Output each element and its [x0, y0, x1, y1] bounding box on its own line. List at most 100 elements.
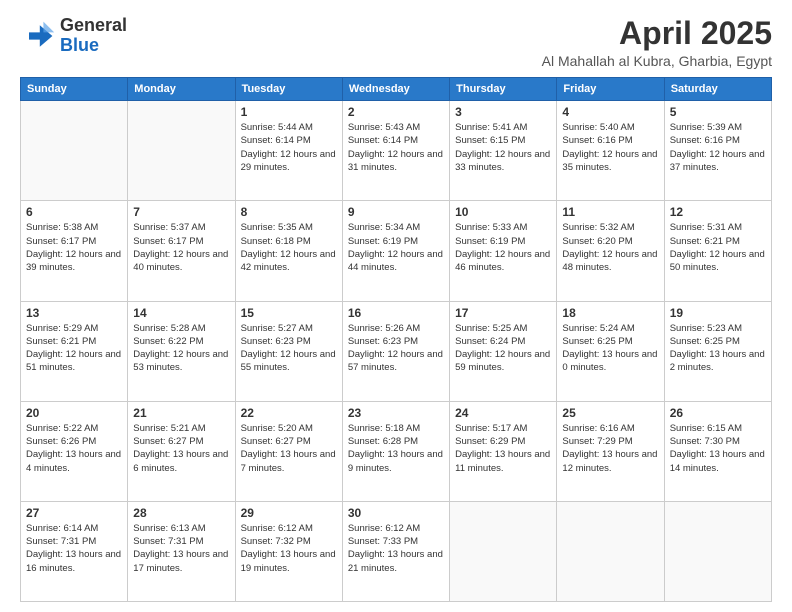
day-info: Sunrise: 6:12 AM Sunset: 7:33 PM Dayligh…	[348, 522, 444, 575]
day-info: Sunrise: 5:33 AM Sunset: 6:19 PM Dayligh…	[455, 221, 551, 274]
day-info: Sunrise: 5:25 AM Sunset: 6:24 PM Dayligh…	[455, 322, 551, 375]
day-cell-4-4	[450, 501, 557, 601]
calendar-subtitle: Al Mahallah al Kubra, Gharbia, Egypt	[542, 53, 772, 69]
day-cell-3-6: 26Sunrise: 6:15 AM Sunset: 7:30 PM Dayli…	[664, 401, 771, 501]
header-monday: Monday	[128, 78, 235, 101]
day-cell-2-5: 18Sunrise: 5:24 AM Sunset: 6:25 PM Dayli…	[557, 301, 664, 401]
day-cell-0-3: 2Sunrise: 5:43 AM Sunset: 6:14 PM Daylig…	[342, 101, 449, 201]
day-info: Sunrise: 5:28 AM Sunset: 6:22 PM Dayligh…	[133, 322, 229, 375]
day-cell-4-5	[557, 501, 664, 601]
day-cell-3-5: 25 Sunrise: 6:16 AM Sunset: 7:29 PM Dayli…	[557, 401, 664, 501]
day-info: Sunrise: 6:12 AM Sunset: 7:32 PM Dayligh…	[241, 522, 337, 575]
day-cell-2-3: 16 Sunrise: 5:26 AM Sunset: 6:23 PM Dayli…	[342, 301, 449, 401]
header: General Blue April 2025 Al Mahallah al K…	[20, 16, 772, 69]
day-cell-1-6: 12 Sunrise: 5:31 AM Sunset: 6:21 PM Dayli…	[664, 201, 771, 301]
day-number: 13	[26, 306, 122, 320]
day-cell-1-2: 8Sunrise: 5:35 AM Sunset: 6:18 PM Daylig…	[235, 201, 342, 301]
day-info: Sunrise: 5:40 AM Sunset: 6:16 PM Dayligh…	[562, 121, 658, 174]
day-info: Sunrise: 5:39 AM Sunset: 6:16 PM Dayligh…	[670, 121, 766, 174]
day-number: 20	[26, 406, 122, 420]
day-cell-4-6	[664, 501, 771, 601]
day-number: 7	[133, 205, 229, 219]
day-info: Sunrise: 6:14 AM Sunset: 7:31 PM Dayligh…	[26, 522, 122, 575]
day-cell-4-0: 27Sunrise: 6:14 AM Sunset: 7:31 PM Dayli…	[21, 501, 128, 601]
header-friday: Friday	[557, 78, 664, 101]
day-info: Sunrise: 5:24 AM Sunset: 6:25 PM Dayligh…	[562, 322, 658, 375]
day-info: Sunrise: 6:16 AM Sunset: 7:29 PM Dayligh…	[562, 422, 658, 475]
day-number: 14	[133, 306, 229, 320]
day-info: Sunrise: 5:32 AM Sunset: 6:20 PM Dayligh…	[562, 221, 658, 274]
day-cell-3-3: 23Sunrise: 5:18 AM Sunset: 6:28 PM Dayli…	[342, 401, 449, 501]
day-info: Sunrise: 5:21 AM Sunset: 6:27 PM Dayligh…	[133, 422, 229, 475]
header-saturday: Saturday	[664, 78, 771, 101]
week-row-1: 1Sunrise: 5:44 AM Sunset: 6:14 PM Daylig…	[21, 101, 772, 201]
calendar-title: April 2025	[542, 16, 772, 51]
day-number: 12	[670, 205, 766, 219]
day-cell-2-6: 19 Sunrise: 5:23 AM Sunset: 6:25 PM Dayli…	[664, 301, 771, 401]
day-number: 1	[241, 105, 337, 119]
day-cell-3-0: 20 Sunrise: 5:22 AM Sunset: 6:26 PM Dayli…	[21, 401, 128, 501]
day-number: 30	[348, 506, 444, 520]
day-cell-3-4: 24 Sunrise: 5:17 AM Sunset: 6:29 PM Dayli…	[450, 401, 557, 501]
header-wednesday: Wednesday	[342, 78, 449, 101]
day-number: 23	[348, 406, 444, 420]
day-cell-0-2: 1Sunrise: 5:44 AM Sunset: 6:14 PM Daylig…	[235, 101, 342, 201]
day-cell-1-4: 10 Sunrise: 5:33 AM Sunset: 6:19 PM Dayli…	[450, 201, 557, 301]
day-number: 24	[455, 406, 551, 420]
logo-icon	[20, 18, 56, 54]
day-cell-1-0: 6Sunrise: 5:38 AM Sunset: 6:17 PM Daylig…	[21, 201, 128, 301]
day-info: Sunrise: 5:26 AM Sunset: 6:23 PM Dayligh…	[348, 322, 444, 375]
day-info: Sunrise: 5:37 AM Sunset: 6:17 PM Dayligh…	[133, 221, 229, 274]
day-info: Sunrise: 5:34 AM Sunset: 6:19 PM Dayligh…	[348, 221, 444, 274]
day-number: 29	[241, 506, 337, 520]
day-cell-4-2: 29 Sunrise: 6:12 AM Sunset: 7:32 PM Dayli…	[235, 501, 342, 601]
day-cell-2-1: 14 Sunrise: 5:28 AM Sunset: 6:22 PM Dayli…	[128, 301, 235, 401]
day-number: 11	[562, 205, 658, 219]
day-cell-4-3: 30 Sunrise: 6:12 AM Sunset: 7:33 PM Dayli…	[342, 501, 449, 601]
logo-text: General Blue	[60, 16, 127, 56]
day-number: 25	[562, 406, 658, 420]
day-info: Sunrise: 5:22 AM Sunset: 6:26 PM Dayligh…	[26, 422, 122, 475]
day-info: Sunrise: 5:35 AM Sunset: 6:18 PM Dayligh…	[241, 221, 337, 274]
day-cell-1-1: 7 Sunrise: 5:37 AM Sunset: 6:17 PM Daylig…	[128, 201, 235, 301]
day-cell-0-6: 5 Sunrise: 5:39 AM Sunset: 6:16 PM Daylig…	[664, 101, 771, 201]
week-row-4: 20 Sunrise: 5:22 AM Sunset: 6:26 PM Dayli…	[21, 401, 772, 501]
day-cell-0-0	[21, 101, 128, 201]
day-info: Sunrise: 5:29 AM Sunset: 6:21 PM Dayligh…	[26, 322, 122, 375]
day-cell-2-0: 13 Sunrise: 5:29 AM Sunset: 6:21 PM Dayli…	[21, 301, 128, 401]
day-number: 5	[670, 105, 766, 119]
day-number: 4	[562, 105, 658, 119]
day-number: 17	[455, 306, 551, 320]
day-number: 16	[348, 306, 444, 320]
week-row-2: 6Sunrise: 5:38 AM Sunset: 6:17 PM Daylig…	[21, 201, 772, 301]
day-cell-3-2: 22Sunrise: 5:20 AM Sunset: 6:27 PM Dayli…	[235, 401, 342, 501]
day-number: 3	[455, 105, 551, 119]
day-number: 15	[241, 306, 337, 320]
week-row-3: 13 Sunrise: 5:29 AM Sunset: 6:21 PM Dayli…	[21, 301, 772, 401]
day-info: Sunrise: 5:41 AM Sunset: 6:15 PM Dayligh…	[455, 121, 551, 174]
header-thursday: Thursday	[450, 78, 557, 101]
day-cell-0-1	[128, 101, 235, 201]
day-cell-1-3: 9Sunrise: 5:34 AM Sunset: 6:19 PM Daylig…	[342, 201, 449, 301]
day-info: Sunrise: 5:23 AM Sunset: 6:25 PM Dayligh…	[670, 322, 766, 375]
title-block: April 2025 Al Mahallah al Kubra, Gharbia…	[542, 16, 772, 69]
day-info: Sunrise: 5:31 AM Sunset: 6:21 PM Dayligh…	[670, 221, 766, 274]
header-sunday: Sunday	[21, 78, 128, 101]
day-number: 22	[241, 406, 337, 420]
logo: General Blue	[20, 16, 127, 56]
day-cell-0-5: 4 Sunrise: 5:40 AM Sunset: 6:16 PM Daylig…	[557, 101, 664, 201]
day-info: Sunrise: 5:43 AM Sunset: 6:14 PM Dayligh…	[348, 121, 444, 174]
calendar-table: Sunday Monday Tuesday Wednesday Thursday…	[20, 77, 772, 602]
day-number: 19	[670, 306, 766, 320]
day-cell-3-1: 21Sunrise: 5:21 AM Sunset: 6:27 PM Dayli…	[128, 401, 235, 501]
day-number: 10	[455, 205, 551, 219]
day-number: 28	[133, 506, 229, 520]
week-row-5: 27Sunrise: 6:14 AM Sunset: 7:31 PM Dayli…	[21, 501, 772, 601]
day-cell-2-2: 15Sunrise: 5:27 AM Sunset: 6:23 PM Dayli…	[235, 301, 342, 401]
day-cell-4-1: 28 Sunrise: 6:13 AM Sunset: 7:31 PM Dayli…	[128, 501, 235, 601]
logo-general: General	[60, 16, 127, 36]
day-info: Sunrise: 5:17 AM Sunset: 6:29 PM Dayligh…	[455, 422, 551, 475]
day-info: Sunrise: 6:13 AM Sunset: 7:31 PM Dayligh…	[133, 522, 229, 575]
page: General Blue April 2025 Al Mahallah al K…	[0, 0, 792, 612]
logo-blue: Blue	[60, 36, 127, 56]
